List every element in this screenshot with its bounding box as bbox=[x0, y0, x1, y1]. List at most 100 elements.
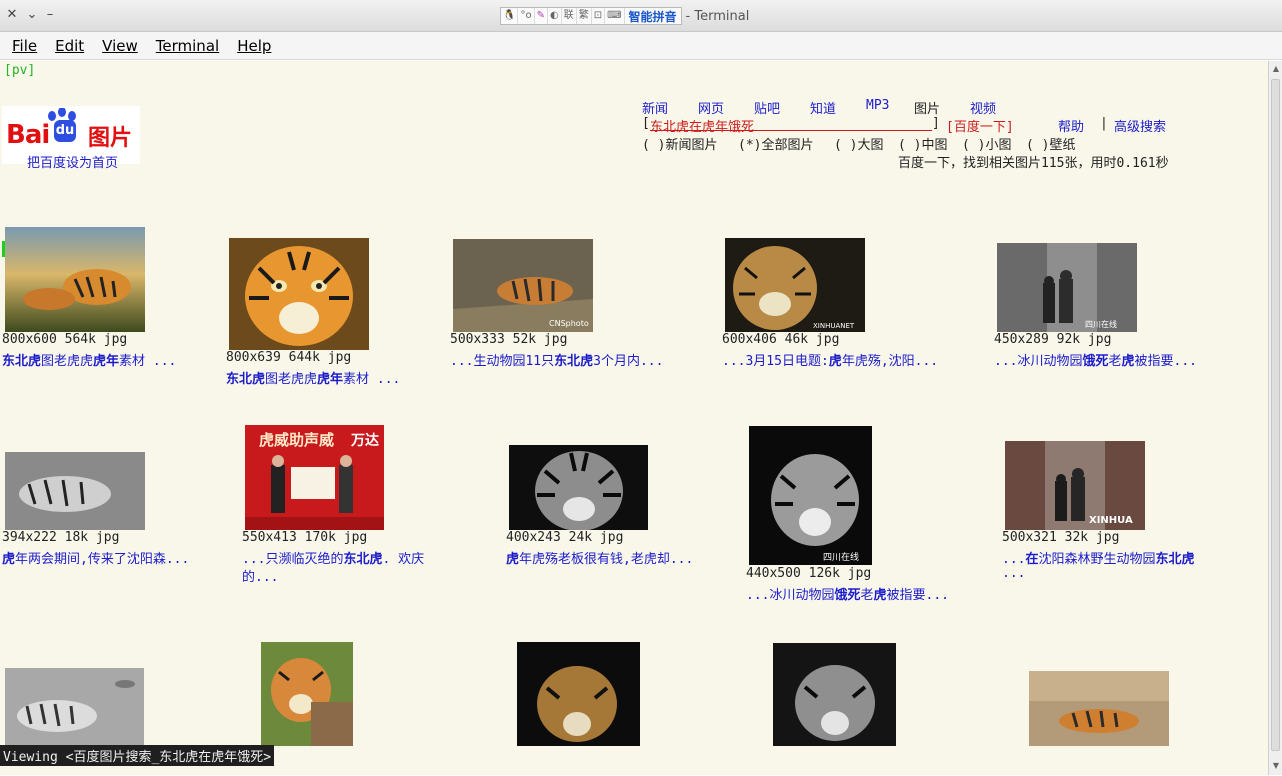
caption-9-part-5: 被指要... bbox=[886, 588, 950, 603]
cnsphoto-watermark: CNSphoto bbox=[549, 319, 589, 328]
caption-8-part-2: 年虎殇老板很有钱,老虎却... bbox=[519, 552, 694, 567]
scrollbar-thumb[interactable] bbox=[1271, 79, 1280, 751]
terminal-view[interactable]: [pv] Bai du 图片 把百度设为首页 新闻 网页 贴吧 知道 MP3 图… bbox=[0, 61, 1268, 775]
result-caption-10-line-2[interactable]: ... bbox=[1002, 566, 1025, 581]
set-homepage-link[interactable]: 把百度设为首页 bbox=[27, 152, 118, 171]
menu-help[interactable]: Help bbox=[235, 37, 273, 55]
scroll-down-icon[interactable]: ▼ bbox=[1271, 761, 1281, 771]
penguin-icon[interactable]: 🐧 bbox=[501, 8, 519, 24]
menu-terminal-label: Terminal bbox=[155, 36, 220, 55]
vertical-scrollbar[interactable]: ▲ ▼ bbox=[1268, 61, 1282, 775]
close-icon[interactable]: ✕ bbox=[4, 6, 20, 24]
thumb-11[interactable] bbox=[5, 668, 144, 748]
thumb-13[interactable] bbox=[517, 642, 640, 746]
keyboard-icon[interactable]: ⌨ bbox=[605, 8, 625, 24]
thumb-1[interactable] bbox=[5, 227, 145, 332]
search-close-bracket: ] bbox=[932, 116, 940, 131]
menu-file[interactable]: File bbox=[10, 37, 39, 55]
thumb-4[interactable]: XINHUANET bbox=[725, 238, 865, 332]
ime-cell-fan[interactable]: 繁 bbox=[577, 8, 592, 24]
tiger-image-1 bbox=[5, 227, 145, 332]
menu-edit[interactable]: Edit bbox=[53, 37, 86, 55]
nav-video[interactable]: 视频 bbox=[970, 98, 996, 117]
result-caption-4[interactable]: ...3月15日电题:虎年虎殇,沈阳... bbox=[722, 350, 938, 369]
caption-7-part-1: ...只濒临灭绝的 bbox=[242, 552, 344, 567]
pen-icon[interactable]: ✎ bbox=[535, 8, 548, 24]
nav-web[interactable]: 网页 bbox=[698, 98, 724, 117]
tiger-image-6 bbox=[5, 452, 145, 530]
window-title-area: 🐧 °o ✎ ◐ 联 繁 ⊡ ⌨ 智能拼音 - Terminal bbox=[500, 6, 749, 26]
result-caption-10[interactable]: ...在沈阳森林野生动物园东北虎 bbox=[1002, 548, 1195, 567]
result-caption-1[interactable]: 东北虎图老虎虎虎年素材 ... bbox=[2, 350, 176, 369]
tiger-image-15 bbox=[1029, 671, 1169, 746]
nav-mp3[interactable]: MP3 bbox=[866, 98, 889, 113]
tiger-image-14 bbox=[773, 643, 896, 746]
minimize-icon[interactable]: – bbox=[42, 6, 58, 24]
thumb-10[interactable]: XINHUA bbox=[1005, 441, 1145, 530]
tiger-image-4: XINHUANET bbox=[725, 238, 865, 332]
result-caption-2[interactable]: 东北虎图老虎虎虎年素材 ... bbox=[226, 368, 400, 387]
ime-toolbar[interactable]: 🐧 °o ✎ ◐ 联 繁 ⊡ ⌨ 智能拼音 bbox=[500, 7, 682, 25]
nav-zhidao[interactable]: 知道 bbox=[810, 98, 836, 117]
filter-news-images[interactable]: ( )新闻图片 bbox=[642, 134, 717, 153]
help-link[interactable]: 帮助 bbox=[1058, 116, 1084, 135]
caption-5-part-1: ...冰川动物园 bbox=[994, 354, 1083, 369]
result-meta-7: 550x413 170k jpg bbox=[242, 530, 368, 545]
banner-text-2: 万达 bbox=[350, 432, 379, 449]
result-meta-5: 450x289 92k jpg bbox=[994, 332, 1112, 347]
filter-large[interactable]: ( )大图 bbox=[834, 134, 883, 153]
caption-9-part-3: 老 bbox=[860, 588, 874, 603]
result-caption-8[interactable]: 虎年虎殇老板很有钱,老虎却... bbox=[506, 548, 693, 567]
thumb-5[interactable]: 四川在线 bbox=[997, 243, 1137, 332]
result-meta-9: 440x500 126k jpg bbox=[746, 566, 872, 581]
thumb-9[interactable]: 四川在线 bbox=[749, 426, 872, 565]
search-input[interactable]: 东北虎在虎年饿死 bbox=[650, 116, 932, 135]
caption-3-part-2: 东北虎 bbox=[554, 354, 594, 369]
sichuan-watermark-2: 四川在线 bbox=[823, 551, 859, 563]
thumb-2[interactable] bbox=[229, 238, 369, 350]
caption-5-part-2: 饿死 bbox=[1082, 354, 1109, 369]
scroll-up-icon[interactable]: ▲ bbox=[1271, 64, 1281, 74]
logo-du: du bbox=[54, 120, 76, 142]
result-caption-9[interactable]: ...冰川动物园饿死老虎被指要... bbox=[746, 584, 949, 603]
menu-view-label: View bbox=[102, 36, 138, 55]
result-caption-6[interactable]: 虎年两会期间,传来了沈阳森... bbox=[2, 548, 189, 567]
thumb-7[interactable]: 虎威助声威 万达 bbox=[245, 425, 384, 530]
advanced-search-link[interactable]: 高级搜索 bbox=[1114, 116, 1166, 135]
caption-2-part-1: 东北虎 bbox=[226, 372, 266, 387]
news-photo-10: XINHUA bbox=[1005, 441, 1145, 530]
menu-terminal[interactable]: Terminal bbox=[154, 37, 221, 55]
result-caption-3[interactable]: ...生动物园11只东北虎3个月内... bbox=[450, 350, 663, 369]
nav-tieba[interactable]: 贴吧 bbox=[754, 98, 780, 117]
filter-all-images[interactable]: (*)全部图片 bbox=[738, 134, 813, 153]
result-caption-5[interactable]: ...冰川动物园饿死老虎被指要... bbox=[994, 350, 1197, 369]
caption-6-part-2: 年两会期间,传来了沈阳森... bbox=[15, 552, 190, 567]
ceremony-photo-7: 虎威助声威 万达 bbox=[245, 425, 384, 530]
ime-name[interactable]: 智能拼音 bbox=[625, 8, 681, 25]
thumb-8[interactable] bbox=[509, 445, 648, 530]
search-button[interactable]: [百度一下] bbox=[946, 116, 1014, 135]
result-caption-7[interactable]: ...只濒临灭绝的东北虎. 欢庆 bbox=[242, 548, 424, 567]
lock-icon[interactable]: ⊡ bbox=[592, 8, 606, 24]
punctuation-icon[interactable]: °o bbox=[518, 8, 535, 24]
banner-text-1: 虎威助声威 bbox=[259, 431, 334, 449]
nav-news[interactable]: 新闻 bbox=[642, 98, 668, 117]
result-caption-7-line-2[interactable]: 的... bbox=[242, 566, 278, 585]
menu-view[interactable]: View bbox=[100, 37, 140, 55]
filter-small[interactable]: ( )小图 bbox=[962, 134, 1011, 153]
filter-wallpaper[interactable]: ( )壁纸 bbox=[1026, 134, 1075, 153]
window-title-text: Terminal bbox=[694, 8, 750, 24]
caption-5-part-5: 被指要... bbox=[1134, 354, 1198, 369]
tiger-image-8 bbox=[509, 445, 648, 530]
ime-cell-lian[interactable]: 联 bbox=[562, 8, 577, 24]
thumb-14[interactable] bbox=[773, 643, 896, 746]
thumb-15[interactable] bbox=[1029, 671, 1169, 746]
caption-4-part-1: ...3月15日电题: bbox=[722, 354, 829, 369]
thumb-3[interactable]: CNSphoto bbox=[453, 239, 593, 332]
thumb-12[interactable] bbox=[261, 642, 353, 746]
caption-4-part-2: 虎 bbox=[828, 354, 842, 369]
chevron-down-icon[interactable]: ⌄ bbox=[24, 6, 40, 24]
filter-medium[interactable]: ( )中图 bbox=[898, 134, 947, 153]
width-icon[interactable]: ◐ bbox=[548, 8, 562, 24]
thumb-6[interactable] bbox=[5, 452, 145, 530]
